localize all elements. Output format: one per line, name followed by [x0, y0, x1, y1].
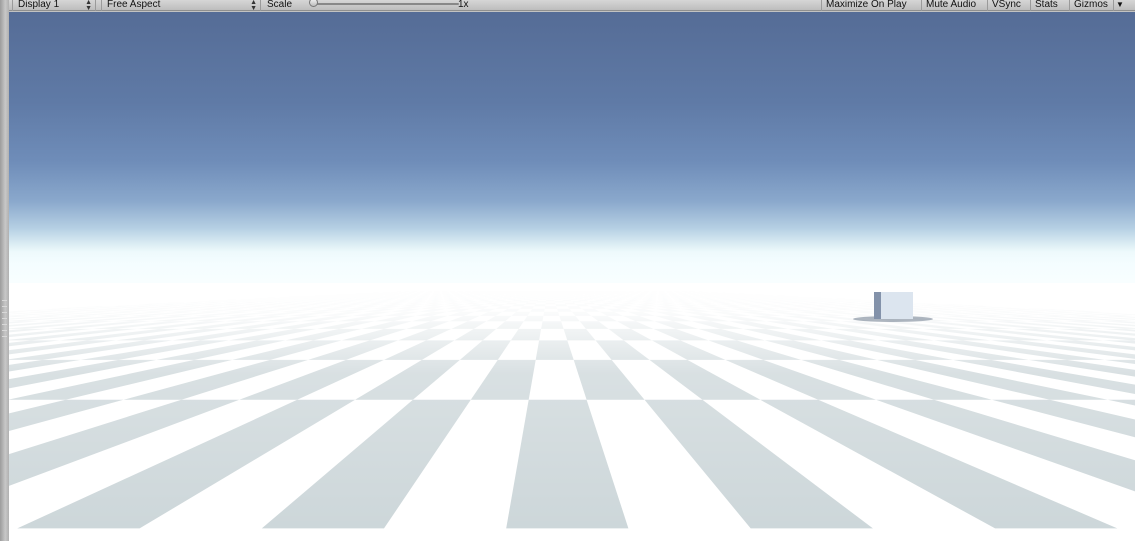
dropdown-arrow-icon: ▲ ▼	[250, 0, 257, 12]
stats-toggle[interactable]: Stats	[1030, 0, 1062, 11]
game-viewport[interactable]	[9, 12, 1135, 541]
dropdown-arrow-icon: ▲ ▼	[85, 0, 92, 12]
edge-mark	[2, 324, 7, 325]
scale-slider-handle[interactable]	[309, 0, 318, 7]
mute-audio-toggle[interactable]: Mute Audio	[921, 0, 980, 11]
distance-fog	[9, 283, 1135, 541]
box-side	[874, 292, 881, 319]
display-dropdown[interactable]: Display 1 ▲ ▼	[12, 0, 96, 12]
scale-value: 1x	[458, 0, 469, 10]
edge-mark	[2, 336, 7, 337]
edge-mark	[2, 330, 7, 331]
aspect-label: Free Aspect	[107, 0, 161, 10]
edge-mark	[2, 300, 7, 301]
scale-label: Scale	[267, 0, 293, 10]
game-view-toolbar: Display 1 ▲ ▼ Free Aspect ▲ ▼ Scale 1x Max…	[9, 0, 1135, 12]
left-window-edge	[0, 0, 9, 541]
gizmos-dropdown-arrow-icon[interactable]: ▼	[1113, 0, 1126, 11]
scale-slider-track[interactable]	[313, 3, 459, 5]
aspect-dropdown[interactable]: Free Aspect ▲ ▼	[101, 0, 261, 12]
vsync-toggle[interactable]: VSync	[987, 0, 1025, 11]
checkerboard-ground	[9, 283, 1135, 541]
display-label: Display 1	[18, 0, 60, 10]
edge-mark	[2, 312, 7, 313]
edge-mark	[2, 306, 7, 307]
maximize-on-play-toggle[interactable]: Maximize On Play	[821, 0, 911, 11]
edge-mark	[2, 318, 7, 319]
gizmos-toggle[interactable]: Gizmos	[1069, 0, 1112, 11]
